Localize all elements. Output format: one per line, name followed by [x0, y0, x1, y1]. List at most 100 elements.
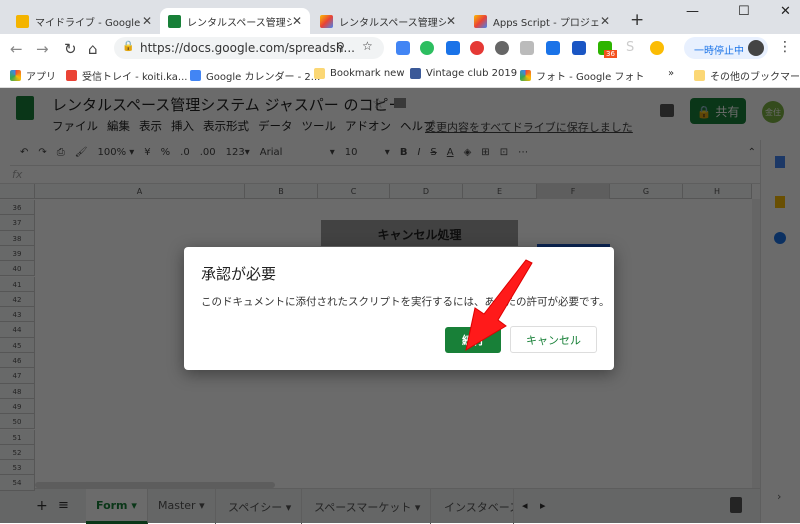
row-header[interactable]: 41 [0, 276, 35, 292]
continue-button[interactable]: 続行 [445, 327, 501, 353]
browser-tab-active[interactable]: レンタルスペース管理システム✕ [160, 8, 310, 34]
row-header[interactable]: 51 [0, 429, 35, 445]
extension-icon[interactable] [546, 41, 560, 55]
scroll-tabs-left-icon[interactable]: ◂ [522, 499, 528, 512]
keep-addon-icon[interactable] [775, 196, 785, 208]
row-header[interactable]: 47 [0, 368, 35, 384]
more-bookmarks-button[interactable]: » [668, 68, 674, 79]
menu-tools[interactable]: ツール [302, 118, 337, 134]
vertical-scrollbar[interactable] [752, 199, 760, 489]
close-tab-icon[interactable]: ✕ [446, 14, 456, 28]
borders-icon[interactable]: ⊞ [481, 147, 489, 158]
minimize-button[interactable]: — [686, 4, 699, 19]
row-header[interactable]: 37 [0, 215, 35, 231]
collapse-chevron-icon[interactable]: ⌃ [748, 147, 756, 158]
number-format-select[interactable]: 123▾ [226, 147, 250, 158]
save-status-link[interactable]: 変更内容をすべてドライブに保存しました [425, 119, 633, 135]
evernote-extension-icon[interactable] [420, 41, 434, 55]
bookmark-calendar[interactable]: Google カレンダー - 2... [190, 68, 320, 83]
url-input[interactable]: https://docs.google.com/spreadsh... 🔒 ⚲ ☆ [114, 37, 384, 59]
strikethrough-button[interactable]: S [430, 147, 436, 158]
sheet-tab[interactable]: スペースマーケット ▾ [304, 489, 432, 524]
explore-icon[interactable] [730, 497, 742, 513]
zoom-icon[interactable]: ⚲ [336, 40, 345, 54]
font-select[interactable]: Arial [260, 147, 320, 158]
close-tab-icon[interactable]: ✕ [600, 14, 610, 28]
paint-format-icon[interactable]: 🖌 [75, 147, 88, 158]
star-icon[interactable]: ☆ [372, 96, 385, 112]
menu-insert[interactable]: 挿入 [171, 118, 194, 134]
bookmark-gmail[interactable]: 受信トレイ - koiti.ka... [66, 68, 187, 83]
browser-tab[interactable]: レンタルスペース管理システム✕ [312, 8, 464, 34]
formula-bar[interactable]: fx [0, 166, 760, 184]
merge-cells-icon[interactable]: ⊡ [500, 147, 508, 158]
sheet-tab[interactable]: インスタベース [434, 489, 514, 524]
column-header[interactable]: E [463, 184, 537, 199]
column-header[interactable]: F [537, 184, 610, 199]
comments-icon[interactable] [660, 104, 674, 117]
share-button[interactable]: 🔒 共有 [690, 98, 746, 124]
g-extension-icon[interactable] [520, 41, 534, 55]
percent-button[interactable]: % [161, 147, 171, 158]
close-tab-icon[interactable]: ✕ [142, 14, 152, 28]
star-icon[interactable]: ☆ [362, 39, 373, 53]
undo-icon[interactable]: ↶ [20, 147, 28, 158]
row-header[interactable]: 52 [0, 444, 35, 461]
bookmark-extension-icon[interactable] [572, 41, 586, 55]
row-header[interactable]: 43 [0, 307, 35, 323]
font-size-select[interactable]: 10 [345, 147, 375, 158]
shield-extension-icon[interactable] [446, 41, 460, 55]
new-tab-button[interactable]: + [630, 10, 644, 30]
timer-extension-icon[interactable] [650, 41, 664, 55]
menu-addons[interactable]: アドオン [345, 118, 391, 134]
all-sheets-button[interactable]: ≡ [58, 498, 69, 513]
row-header[interactable]: 44 [0, 322, 35, 338]
bookmark-folder[interactable]: Bookmark new [314, 68, 405, 79]
profile-paused-button[interactable]: 一時停止中 [684, 37, 768, 59]
column-header[interactable]: B [245, 184, 318, 199]
bookmark-facebook[interactable]: Vintage club 2019 [410, 68, 517, 79]
tasks-addon-icon[interactable] [774, 232, 786, 244]
bookmark-photos[interactable]: フォト - Google フォト [520, 68, 644, 83]
scroll-tabs-right-icon[interactable]: ▸ [540, 499, 546, 512]
s-extension-icon[interactable]: S [626, 40, 634, 55]
expand-panel-icon[interactable]: › [777, 490, 781, 503]
sheet-tab-master[interactable]: Master ▾ [148, 489, 216, 524]
browser-tab[interactable]: マイドライブ - Google ドライブ✕ [8, 8, 160, 34]
translate-extension-icon[interactable] [396, 41, 410, 55]
avatar[interactable]: 金住 [762, 101, 784, 123]
cancel-button[interactable]: キャンセル [510, 326, 597, 353]
close-window-button[interactable]: ✕ [780, 4, 791, 19]
menu-file[interactable]: ファイル [52, 118, 98, 134]
menu-kebab-icon[interactable]: ⋮ [778, 39, 792, 55]
calendar-addon-icon[interactable] [775, 156, 785, 168]
italic-button[interactable]: I [417, 147, 420, 158]
row-header[interactable]: 54 [0, 475, 35, 491]
row-header[interactable]: 50 [0, 414, 35, 430]
sheet-tab[interactable]: スペイシー ▾ [218, 489, 303, 524]
row-header[interactable]: 53 [0, 460, 35, 476]
browser-tab[interactable]: Apps Script - プロジェクト✕ [466, 8, 618, 34]
maximize-button[interactable]: ☐ [738, 4, 750, 19]
column-header[interactable]: A [35, 184, 245, 199]
zoom-select[interactable]: 100% ▾ [97, 147, 134, 158]
back-icon[interactable]: ← [10, 40, 23, 58]
menu-format[interactable]: 表示形式 [203, 118, 249, 134]
increase-decimal-button[interactable]: .00 [200, 147, 216, 158]
redo-icon[interactable]: ↷ [38, 147, 46, 158]
adblock-extension-icon[interactable] [470, 41, 484, 55]
bulb-extension-icon[interactable] [495, 41, 509, 55]
document-title[interactable]: レンタルスペース管理システム ジャスパー のコピー [52, 94, 404, 115]
chevron-down-icon[interactable]: ▾ [385, 147, 390, 158]
currency-button[interactable]: ¥ [144, 147, 150, 158]
text-color-button[interactable]: A [447, 147, 454, 158]
column-header[interactable]: D [390, 184, 463, 199]
more-button[interactable]: ⋯ [518, 147, 528, 158]
print-icon[interactable]: ⎙ [57, 147, 65, 158]
column-header[interactable]: C [318, 184, 390, 199]
bold-button[interactable]: B [400, 147, 408, 158]
row-header[interactable]: 39 [0, 245, 35, 262]
menu-view[interactable]: 表示 [139, 118, 162, 134]
other-bookmarks[interactable]: その他のブックマーク [694, 68, 800, 83]
column-header[interactable]: H [683, 184, 752, 199]
